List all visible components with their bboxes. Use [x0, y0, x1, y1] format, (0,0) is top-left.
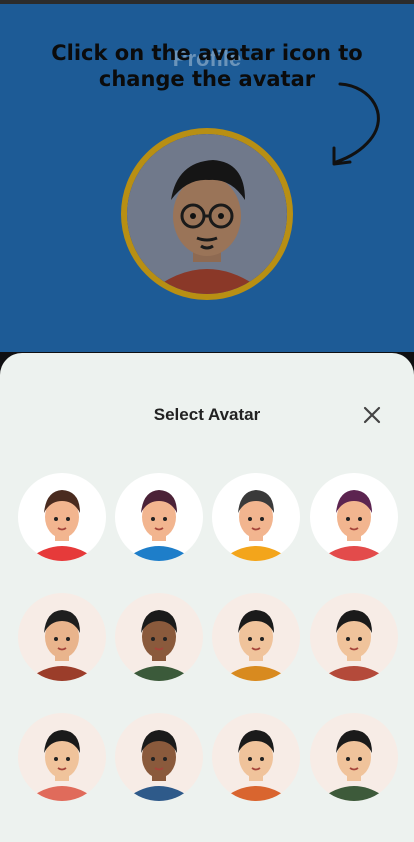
current-avatar[interactable] — [121, 128, 293, 300]
avatar-image — [318, 490, 390, 561]
current-avatar-image — [127, 134, 287, 294]
avatar-image — [220, 610, 292, 681]
avatar-image — [318, 610, 390, 681]
sheet-title: Select Avatar — [153, 405, 261, 424]
avatar-woman-bangs-orange-shirt[interactable] — [212, 593, 300, 681]
screen: Profile Click on the avatar icon to chan… — [0, 0, 414, 842]
close-button[interactable] — [360, 403, 384, 427]
avatar-man-side-hair-green-shirt[interactable] — [310, 713, 398, 801]
avatar-man-glasses-brown-shirt[interactable] — [18, 593, 106, 681]
avatar-image — [220, 490, 292, 561]
avatar-woman-red-jacket[interactable] — [310, 473, 398, 561]
close-icon — [363, 406, 381, 424]
avatar-bearded-man-red-shirt[interactable] — [18, 473, 106, 561]
avatar-curly-hair-woman-blue-shirt[interactable] — [115, 473, 203, 561]
avatar-image — [26, 610, 98, 681]
avatar-bearded-man-orange-shirt[interactable] — [212, 713, 300, 801]
avatar-woman-dark-skin-green-shirt[interactable] — [115, 593, 203, 681]
profile-header: Profile Click on the avatar icon to chan… — [0, 0, 414, 352]
avatar-image — [123, 610, 195, 681]
avatar-image — [220, 730, 292, 801]
avatar-image — [26, 730, 98, 801]
avatar-man-spiky-hair-red-shirt[interactable] — [310, 593, 398, 681]
select-avatar-sheet: Select Avatar — [0, 353, 414, 842]
avatar-image — [318, 730, 390, 801]
avatar-bearded-man-blue-shirt[interactable] — [115, 713, 203, 801]
avatar-boy-orange-hoodie[interactable] — [212, 473, 300, 561]
avatar-image — [123, 730, 195, 801]
avatar-image — [123, 490, 195, 561]
status-bar — [0, 0, 414, 4]
curved-arrow-icon — [332, 82, 380, 166]
avatar-image — [26, 490, 98, 561]
avatar-man-glasses-coral-shirt[interactable] — [18, 713, 106, 801]
